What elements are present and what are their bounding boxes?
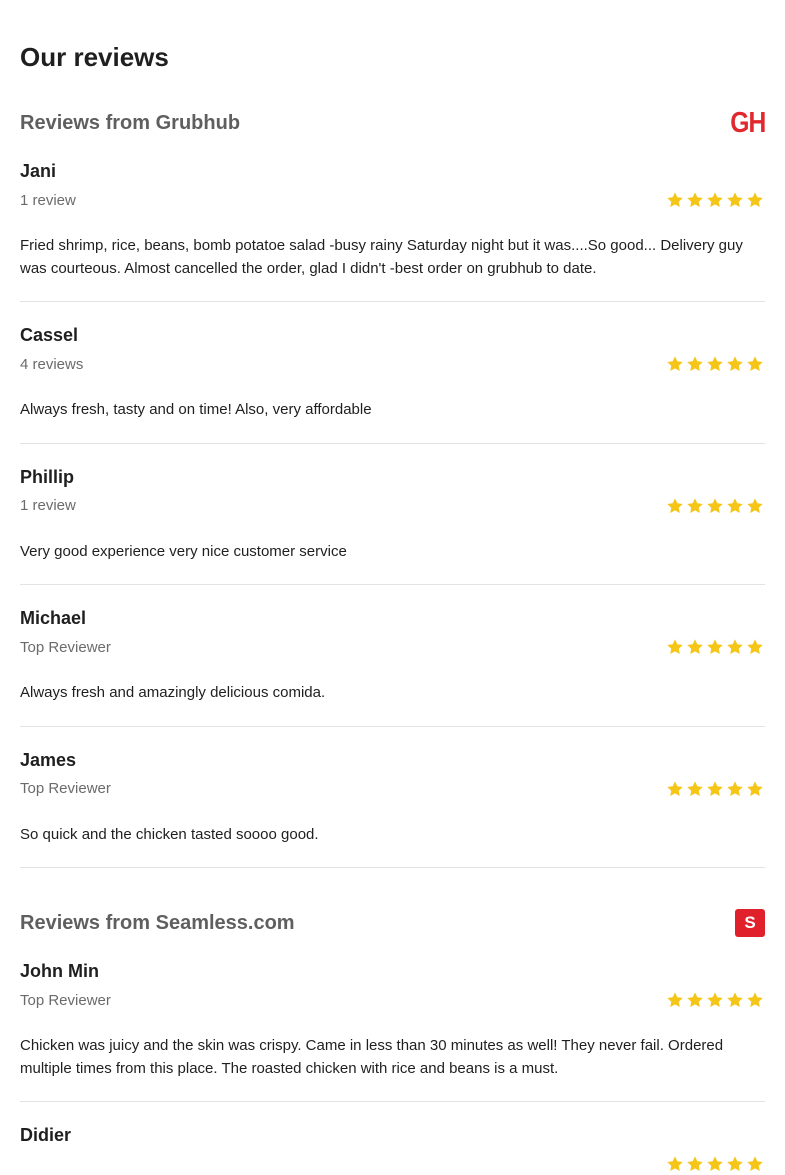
- reviewer-meta: 4 reviews: [20, 355, 84, 373]
- reviewer-name: Didier: [20, 1125, 72, 1145]
- star-icon: [706, 191, 724, 209]
- star-icon: [666, 780, 684, 798]
- reviewer-meta: Top Reviewer: [20, 780, 111, 797]
- star-icon: [686, 991, 704, 1009]
- star-icon: [666, 991, 684, 1009]
- source-header: Reviews from Grubhub GH: [20, 105, 766, 141]
- star-icon: [726, 191, 744, 209]
- star-icon: [666, 191, 684, 209]
- star-icon: [746, 638, 764, 656]
- star-icon: [726, 355, 744, 373]
- star-icon: [726, 497, 744, 515]
- review-text: Chicken was juicy and the skin was crisp…: [20, 1037, 724, 1077]
- star-icon: [706, 780, 724, 798]
- star-rating: [666, 1155, 764, 1173]
- star-icon: [666, 355, 684, 373]
- seamless-reviews-section: Reviews from Seamless.com S John Min Top…: [20, 905, 765, 1175]
- reviewer-name: Cassel: [20, 325, 79, 345]
- star-icon: [666, 497, 684, 515]
- star-icon: [706, 355, 724, 373]
- review-item: Didier: [20, 1124, 765, 1175]
- reviewer-meta: 1 review: [20, 497, 76, 514]
- star-icon: [746, 191, 764, 209]
- grubhub-reviews-section: Reviews from Grubhub GH Jani 1 review Fr…: [20, 105, 766, 868]
- reviewer-name: Phillip: [20, 466, 74, 487]
- source-title: Reviews from Grubhub: [20, 111, 241, 134]
- review-item: Cassel 4 reviews Always fresh, tasty and…: [20, 324, 765, 444]
- review-item: Phillip 1 review Very good experience ve…: [20, 466, 765, 585]
- review-item: John Min Top Reviewer Chicken was juicy …: [20, 960, 765, 1102]
- star-icon: [666, 638, 684, 656]
- review-item: James Top Reviewer So quick and the chic…: [20, 749, 765, 868]
- star-icon: [686, 638, 704, 656]
- star-icon: [706, 497, 724, 515]
- review-text: Always fresh, tasty and on time! Also, v…: [20, 401, 372, 418]
- grubhub-logo-icon: GH: [729, 107, 766, 139]
- reviewer-name: James: [20, 749, 77, 770]
- star-icon: [666, 1155, 684, 1173]
- star-icon: [686, 1155, 704, 1173]
- reviewer-name: John Min: [20, 961, 99, 981]
- star-icon: [686, 191, 704, 209]
- star-rating: [666, 638, 764, 656]
- star-rating: [666, 497, 764, 515]
- reviewer-name: Jani: [20, 161, 57, 181]
- star-rating: [666, 355, 764, 373]
- star-icon: [746, 991, 764, 1009]
- reviewer-meta: Top Reviewer: [20, 991, 111, 1009]
- star-icon: [686, 497, 704, 515]
- star-icon: [726, 991, 744, 1009]
- star-rating: [666, 991, 764, 1009]
- review-text: Always fresh and amazingly delicious com…: [20, 684, 326, 701]
- star-icon: [746, 1155, 764, 1173]
- review-text: So quick and the chicken tasted soooo go…: [20, 825, 319, 843]
- review-item: Jani 1 review Fried shrimp, rice, beans,…: [20, 160, 765, 302]
- star-icon: [726, 1155, 744, 1173]
- star-icon: [746, 780, 764, 798]
- source-header: Reviews from Seamless.com S: [20, 905, 765, 941]
- star-icon: [706, 1155, 724, 1173]
- star-icon: [706, 991, 724, 1009]
- star-rating: [666, 191, 764, 209]
- star-icon: [746, 497, 764, 515]
- review-item: Michael Top Reviewer Always fresh and am…: [20, 607, 765, 727]
- reviews-page: Our reviews Reviews from Grubhub GH Jani…: [0, 0, 785, 1175]
- source-title: Reviews from Seamless.com: [20, 911, 295, 934]
- reviewer-meta: Top Reviewer: [20, 638, 111, 656]
- star-icon: [686, 780, 704, 798]
- seamless-logo-icon: S: [735, 909, 765, 937]
- star-icon: [746, 355, 764, 373]
- star-icon: [706, 638, 724, 656]
- star-icon: [726, 780, 744, 798]
- star-icon: [726, 638, 744, 656]
- reviewer-name: Michael: [20, 608, 87, 628]
- reviewer-meta: 1 review: [20, 191, 76, 209]
- page-title: Our reviews: [20, 42, 169, 72]
- star-rating: [666, 780, 764, 798]
- review-text: Fried shrimp, rice, beans, bomb potatoe …: [20, 237, 743, 277]
- review-text: Very good experience very nice customer …: [20, 542, 347, 560]
- star-icon: [686, 355, 704, 373]
